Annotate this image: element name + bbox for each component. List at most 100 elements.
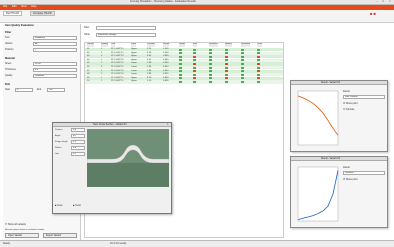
- plot-title: Result - Variant 03: [321, 81, 340, 84]
- column-header[interactable]: Distance: [209, 43, 218, 47]
- column-header[interactable]: Variant: [87, 43, 94, 47]
- status-swatch: [179, 59, 182, 62]
- status-swatch: [193, 55, 196, 58]
- test-select[interactable]: Stationary: [33, 36, 77, 40]
- close-icon[interactable]: ×: [167, 123, 168, 126]
- legend-label: Inner: [57, 204, 63, 207]
- tab-part[interactable]: Part HS-FR: [3, 11, 22, 16]
- status-swatch: [241, 59, 244, 62]
- status-swatch: [179, 80, 182, 84]
- menu-edit[interactable]: Edit: [12, 5, 16, 9]
- legend-inner: ■ Inner: [55, 204, 63, 207]
- field-label: Position: [5, 48, 14, 51]
- status-swatch: [225, 70, 228, 73]
- status-swatch: [225, 48, 228, 51]
- status-swatch: [193, 73, 196, 76]
- table-row[interactable]: 10 1 PLT-3-RPT-1 Upper 3.10 0.990: [85, 80, 283, 84]
- option-label: Animate: [345, 108, 355, 111]
- show-variants-checkbox[interactable]: ☐ Show all variants: [5, 223, 26, 226]
- param-label: Angle: [55, 135, 61, 137]
- sheet-select[interactable]: DC04: [33, 62, 77, 66]
- status-swatch: [257, 70, 260, 73]
- status-swatch: [241, 62, 244, 66]
- footer-label: Measure points shown in evaluation windo…: [5, 229, 45, 231]
- variant-select[interactable]: All: [33, 42, 77, 46]
- param-value[interactable]: 0.8: [71, 128, 85, 132]
- menu-view[interactable]: View: [21, 5, 27, 9]
- table-cell: 3.10: [147, 80, 152, 83]
- status-swatch: [193, 48, 196, 51]
- status-swatch: [225, 52, 228, 55]
- status-text: Ready: [3, 242, 10, 245]
- column-header[interactable]: Wall: [193, 43, 198, 47]
- thickness-field[interactable]: 0.8: [33, 68, 77, 72]
- table-cell: 0.990: [163, 80, 169, 83]
- column-header[interactable]: Deviation: [241, 43, 251, 47]
- status-swatch: [179, 70, 182, 73]
- tab-compare[interactable]: Compare HS-FR: [30, 11, 55, 16]
- quality-select[interactable]: Standard: [33, 74, 77, 78]
- column-header[interactable]: Radius: [225, 43, 232, 47]
- status-swatch: [241, 52, 244, 55]
- table-cell: PLT-3-RPT-1: [111, 80, 124, 83]
- option-label: Show point: [345, 178, 358, 181]
- column-header[interactable]: Trial: [111, 43, 116, 47]
- result-type-select[interactable]: Distance: [343, 171, 385, 175]
- view-select[interactable]: Evaluation settings: [96, 33, 156, 37]
- status-swatch: [257, 80, 260, 84]
- plot-title-bar: Result - Variant 03: [291, 157, 387, 161]
- menu-file[interactable]: File: [3, 5, 7, 9]
- result-plot-window-1: Result - Variant 03 Result Wall Position…: [290, 80, 388, 152]
- status-swatch: [225, 62, 228, 66]
- animate-checkbox[interactable]: ☐ Animate: [343, 108, 355, 111]
- param-value[interactable]: 0.9: [71, 146, 85, 150]
- status-swatch: [241, 66, 244, 69]
- status-swatch: [225, 73, 228, 76]
- status-swatch: [209, 55, 212, 58]
- status-swatch: [241, 48, 244, 51]
- export-variant-button[interactable]: Export Variant: [43, 233, 77, 238]
- status-swatch: [179, 55, 182, 58]
- column-header[interactable]: Point: [131, 43, 136, 47]
- field-label: Quality: [5, 74, 13, 77]
- column-header[interactable]: Position: [147, 43, 155, 47]
- checkbox-label: Show all variants: [7, 223, 26, 226]
- menu-help[interactable]: Help: [31, 5, 36, 9]
- dialog-title: Hem Cross Section - Variant 03: [93, 122, 127, 126]
- show-point-checkbox[interactable]: ☑ Show point: [343, 102, 358, 105]
- open-variant-button[interactable]: Open Variant: [5, 233, 39, 238]
- column-header[interactable]: Quality: [101, 43, 108, 47]
- position-field[interactable]: 1: [33, 48, 77, 52]
- status-swatch: [193, 52, 196, 55]
- status-swatch: [241, 55, 244, 58]
- column-header[interactable]: Class: [257, 43, 263, 47]
- param-value[interactable]: 3.2: [71, 140, 85, 144]
- status-swatch: [193, 80, 196, 84]
- status-swatch: [225, 66, 228, 69]
- result-plot-window-2: Result - Variant 03 Result Distance ☑ Sh…: [290, 156, 388, 228]
- column-header[interactable]: Result: [163, 43, 170, 47]
- status-swatch: [209, 80, 212, 84]
- field-label: Thickness: [5, 68, 16, 71]
- roll-end-field[interactable]: 100: [47, 88, 65, 92]
- param-value[interactable]: 45: [71, 134, 85, 138]
- result-type-select[interactable]: Wall Position: [343, 95, 385, 99]
- field-label: Start: [5, 88, 11, 91]
- param-value[interactable]: 0.1: [71, 152, 85, 156]
- column-header[interactable]: Status: [179, 43, 186, 47]
- status-bar: Ready 10 of 10 results: [0, 240, 394, 247]
- status-swatch: [257, 73, 260, 76]
- table-cell: 10: [87, 80, 90, 83]
- logo-icon: ■ ■: [370, 11, 376, 16]
- field-label: Sheet: [5, 62, 12, 65]
- roll-start-field[interactable]: 0: [15, 88, 33, 92]
- option-label: Show point: [345, 102, 358, 105]
- filter-input[interactable]: [96, 26, 156, 30]
- section-material: Material: [5, 57, 15, 60]
- lower-die: [87, 163, 169, 187]
- field-label: Test: [5, 36, 10, 39]
- show-point-checkbox[interactable]: ☑ Show point: [343, 178, 358, 181]
- param-list: Position 0.8 Angle 45 Flange length 3.2 Radius…: [55, 128, 85, 169]
- status-swatch: [257, 55, 260, 58]
- status-swatch: [257, 62, 260, 66]
